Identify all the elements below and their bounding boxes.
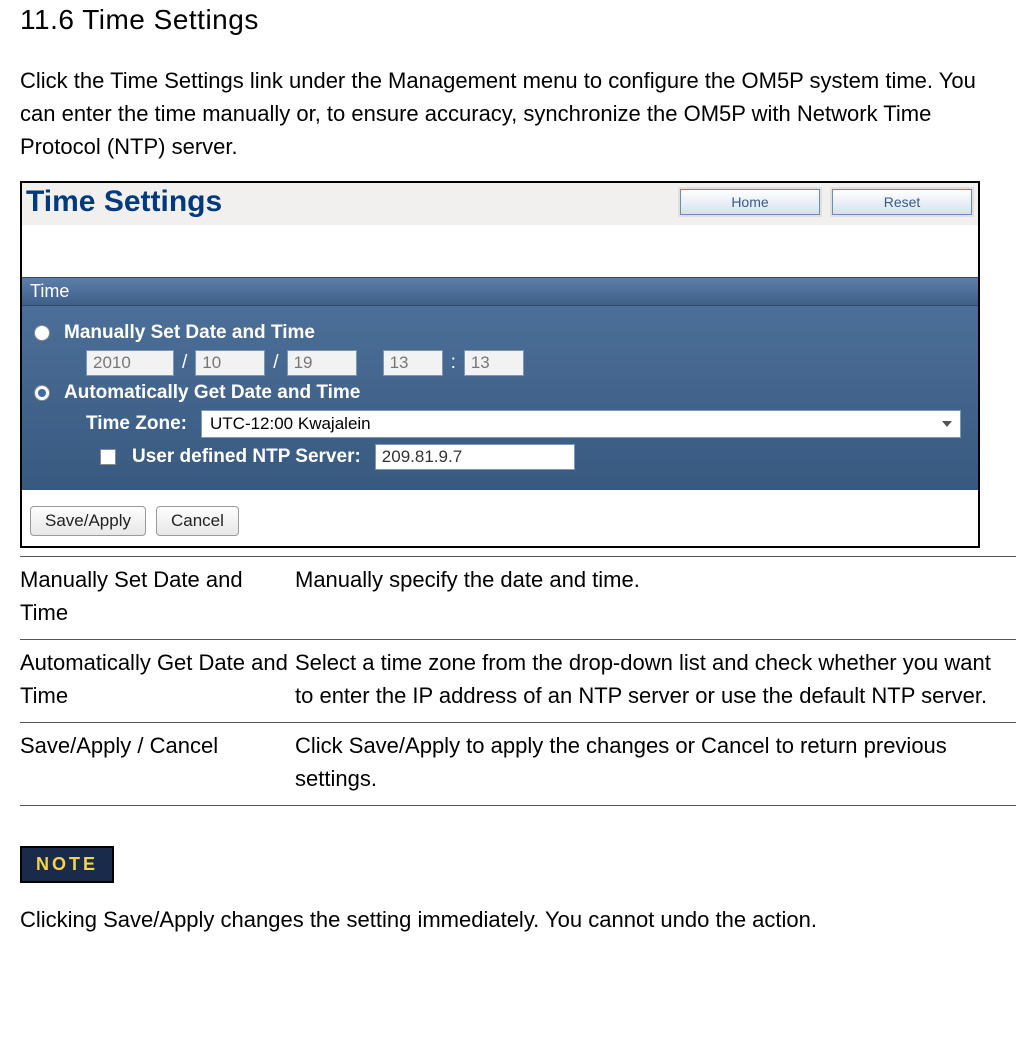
panel-title: Time Settings bbox=[26, 185, 222, 219]
panel-titlebar: Time Settings Home Reset bbox=[22, 183, 978, 225]
time-settings-panel: Time Settings Home Reset Time Manually S… bbox=[20, 181, 980, 548]
ntp-label: User defined NTP Server: bbox=[132, 446, 361, 468]
timezone-select[interactable]: UTC-12:00 Kwajalein bbox=[201, 410, 961, 438]
manual-radio[interactable] bbox=[34, 325, 50, 341]
auto-radio-label: Automatically Get Date and Time bbox=[64, 382, 360, 404]
ntp-server-input[interactable]: 209.81.9.7 bbox=[375, 444, 575, 470]
desc-key: Manually Set Date and Time bbox=[20, 557, 295, 640]
ntp-row: User defined NTP Server: 209.81.9.7 bbox=[30, 444, 970, 470]
top-button-group: Home Reset bbox=[680, 189, 972, 215]
manual-radio-label: Manually Set Date and Time bbox=[64, 322, 315, 344]
month-input[interactable]: 10 bbox=[195, 350, 265, 376]
ntp-checkbox[interactable] bbox=[100, 449, 116, 465]
save-apply-button[interactable]: Save/Apply bbox=[30, 506, 146, 536]
desc-value: Manually specify the date and time. bbox=[295, 557, 1016, 640]
timezone-value: UTC-12:00 Kwajalein bbox=[210, 414, 371, 434]
auto-radio-row: Automatically Get Date and Time bbox=[30, 382, 970, 404]
timezone-label: Time Zone: bbox=[86, 413, 187, 435]
minute-input[interactable]: 13 bbox=[464, 350, 524, 376]
hour-input[interactable]: 13 bbox=[383, 350, 443, 376]
reset-button[interactable]: Reset bbox=[832, 189, 972, 215]
table-row: Automatically Get Date and Time Select a… bbox=[20, 640, 1016, 723]
panel-footer: Save/Apply Cancel bbox=[22, 490, 978, 546]
home-button[interactable]: Home bbox=[680, 189, 820, 215]
manual-date-inputs: 2010 / 10 / 19 13 : 13 bbox=[30, 350, 970, 376]
section-heading: 11.6 Time Settings bbox=[20, 4, 1016, 36]
timezone-row: Time Zone: UTC-12:00 Kwajalein bbox=[30, 410, 970, 438]
desc-key: Save/Apply / Cancel bbox=[20, 723, 295, 806]
time-section-header: Time bbox=[22, 277, 978, 306]
table-row: Manually Set Date and Time Manually spec… bbox=[20, 557, 1016, 640]
desc-key: Automatically Get Date and Time bbox=[20, 640, 295, 723]
intro-paragraph: Click the Time Settings link under the M… bbox=[20, 64, 1016, 163]
cancel-button[interactable]: Cancel bbox=[156, 506, 239, 536]
date-separator: / bbox=[182, 352, 187, 374]
desc-value: Click Save/Apply to apply the changes or… bbox=[295, 723, 1016, 806]
note-text: Clicking Save/Apply changes the setting … bbox=[20, 907, 1016, 933]
desc-value: Select a time zone from the drop-down li… bbox=[295, 640, 1016, 723]
date-separator: / bbox=[273, 352, 278, 374]
note-badge: NOTE bbox=[20, 846, 114, 883]
time-separator: : bbox=[451, 352, 456, 374]
day-input[interactable]: 19 bbox=[287, 350, 357, 376]
time-form: Manually Set Date and Time 2010 / 10 / 1… bbox=[22, 306, 978, 490]
year-input[interactable]: 2010 bbox=[86, 350, 174, 376]
table-row: Save/Apply / Cancel Click Save/Apply to … bbox=[20, 723, 1016, 806]
description-table: Manually Set Date and Time Manually spec… bbox=[20, 556, 1016, 806]
auto-radio[interactable] bbox=[34, 385, 50, 401]
spacer bbox=[22, 225, 978, 277]
chevron-down-icon bbox=[942, 421, 952, 427]
manual-radio-row: Manually Set Date and Time bbox=[30, 322, 970, 344]
